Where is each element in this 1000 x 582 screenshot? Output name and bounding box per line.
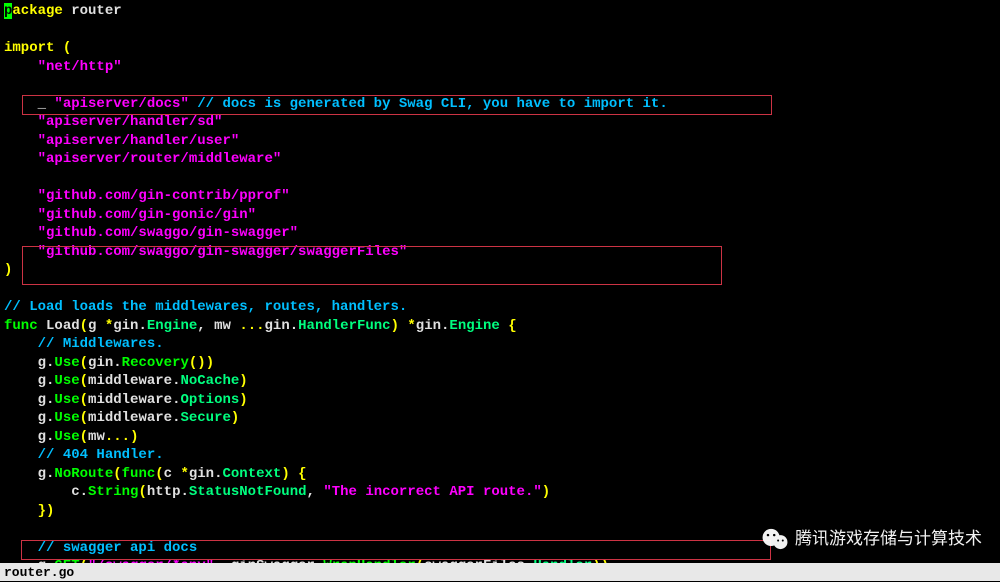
watermark-text: 腾讯游戏存储与计算技术 bbox=[795, 528, 982, 551]
code-line bbox=[4, 76, 1000, 95]
code-line: g.Use(middleware.Options) bbox=[4, 391, 1000, 410]
code-line: // 404 Handler. bbox=[4, 446, 1000, 465]
status-bar: router.go bbox=[0, 563, 1000, 581]
code-line: g.Use(gin.Recovery()) bbox=[4, 354, 1000, 373]
code-line: "apiserver/handler/sd" bbox=[4, 113, 1000, 132]
code-line: "github.com/gin-contrib/pprof" bbox=[4, 187, 1000, 206]
code-line: // Middlewares. bbox=[4, 335, 1000, 354]
code-line: "github.com/swaggo/gin-swagger" bbox=[4, 224, 1000, 243]
code-line bbox=[4, 169, 1000, 188]
code-line: "github.com/gin-gonic/gin" bbox=[4, 206, 1000, 225]
filename-label: router.go bbox=[4, 565, 74, 580]
code-line: "net/http" bbox=[4, 58, 1000, 77]
wechat-icon bbox=[761, 527, 789, 551]
code-editor[interactable]: package router import ( "net/http" _ "ap… bbox=[0, 0, 1000, 576]
code-line: "apiserver/router/middleware" bbox=[4, 150, 1000, 169]
code-line: package router bbox=[4, 2, 1000, 21]
code-line: "github.com/swaggo/gin-swagger/swaggerFi… bbox=[4, 243, 1000, 262]
code-line: ) bbox=[4, 261, 1000, 280]
code-line: }) bbox=[4, 502, 1000, 521]
code-line: c.String(http.StatusNotFound, "The incor… bbox=[4, 483, 1000, 502]
code-line: // Load loads the middlewares, routes, h… bbox=[4, 298, 1000, 317]
code-line: func Load(g *gin.Engine, mw ...gin.Handl… bbox=[4, 317, 1000, 336]
code-line: g.Use(middleware.Secure) bbox=[4, 409, 1000, 428]
code-line: import ( bbox=[4, 39, 1000, 58]
code-line bbox=[4, 280, 1000, 299]
watermark: 腾讯游戏存储与计算技术 bbox=[761, 527, 982, 551]
code-line bbox=[4, 21, 1000, 40]
code-line: g.Use(mw...) bbox=[4, 428, 1000, 447]
code-line: "apiserver/handler/user" bbox=[4, 132, 1000, 151]
code-line: g.Use(middleware.NoCache) bbox=[4, 372, 1000, 391]
code-line: g.NoRoute(func(c *gin.Context) { bbox=[4, 465, 1000, 484]
code-line: _ "apiserver/docs" // docs is generated … bbox=[4, 95, 1000, 114]
